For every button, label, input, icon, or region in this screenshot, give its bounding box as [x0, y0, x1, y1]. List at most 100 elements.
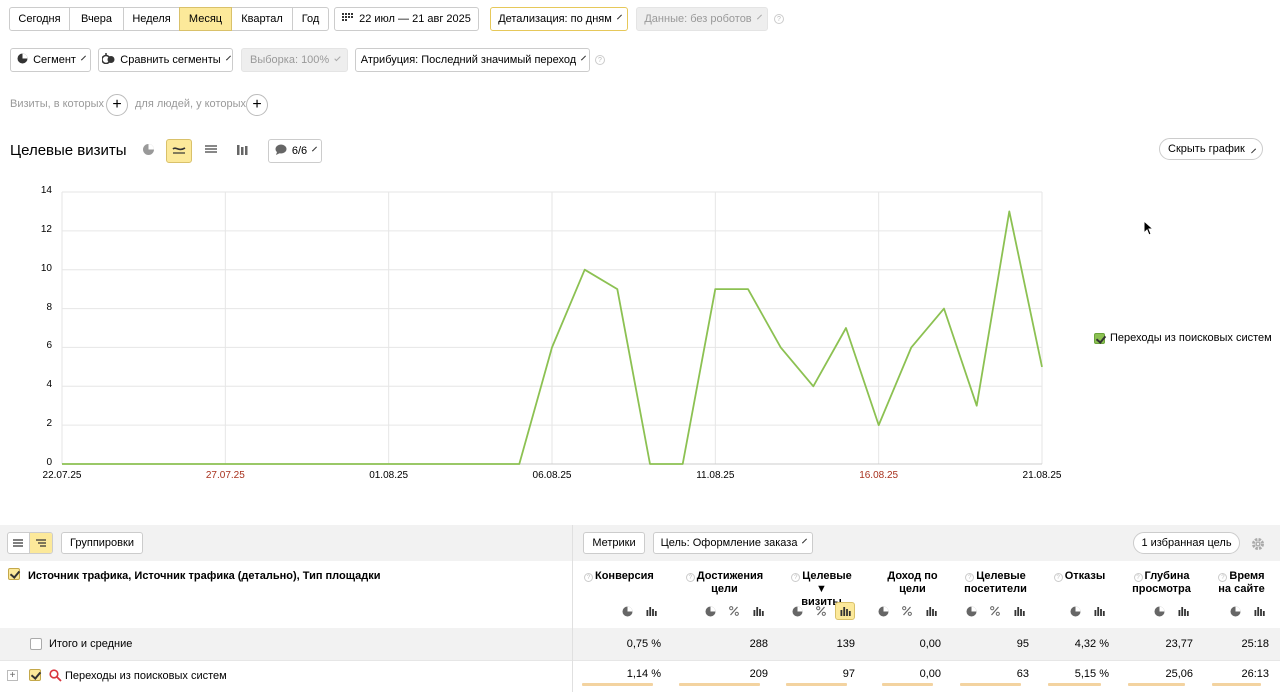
groupings-button[interactable]: Группировки	[61, 532, 143, 554]
percent-toggle[interactable]	[724, 602, 744, 620]
sample-dropdown[interactable]: Выборка: 100%	[241, 48, 348, 72]
pie-chart-toggle[interactable]	[787, 602, 807, 620]
metrics-button[interactable]: Метрики	[583, 532, 645, 554]
help-icon[interactable]: ?	[584, 573, 593, 582]
data-filter-dropdown[interactable]: Данные: без роботов	[636, 7, 768, 31]
help-icon[interactable]: ?	[1133, 573, 1143, 582]
total-row-checkbox[interactable]	[30, 638, 42, 650]
data-point[interactable]	[581, 266, 589, 274]
help-icon[interactable]: ?	[791, 573, 801, 582]
row-checkbox[interactable]	[29, 669, 41, 681]
bar-chart-toggle[interactable]	[1249, 602, 1269, 620]
chart-type-area-button[interactable]	[198, 139, 224, 163]
data-point[interactable]	[711, 285, 719, 293]
column-header[interactable]: ? Конверсия	[584, 570, 661, 583]
help-icon[interactable]: ?	[685, 573, 695, 582]
pie-chart-toggle[interactable]	[873, 602, 893, 620]
tree-view-button[interactable]	[29, 533, 52, 553]
data-point[interactable]	[156, 460, 164, 468]
percent-toggle[interactable]	[985, 602, 1005, 620]
data-point[interactable]	[1038, 363, 1046, 371]
detail-dropdown[interactable]: Детализация: по дням	[490, 7, 628, 31]
segment-button[interactable]: Сегмент	[10, 48, 91, 72]
tab-yesterday[interactable]: Вчера	[69, 7, 124, 31]
data-point[interactable]	[254, 460, 262, 468]
data-point[interactable]	[809, 382, 817, 390]
help-icon[interactable]: ?	[1053, 573, 1063, 582]
help-icon[interactable]: ?	[774, 14, 784, 24]
data-point[interactable]	[319, 460, 327, 468]
column-header[interactable]: ? Отказы	[1050, 570, 1109, 583]
data-point[interactable]	[123, 460, 131, 468]
data-point[interactable]	[417, 460, 425, 468]
data-point[interactable]	[613, 285, 621, 293]
compare-segments-button[interactable]: Сравнить сегменты	[98, 48, 233, 72]
attribution-dropdown[interactable]: Атрибуция: Последний значимый переход	[355, 48, 590, 72]
favorite-goal-button[interactable]: 1 избранная цель	[1133, 532, 1240, 554]
help-icon[interactable]: ?	[965, 573, 975, 582]
data-point[interactable]	[777, 343, 785, 351]
tab-quarter[interactable]: Квартал	[231, 7, 293, 31]
pie-chart-toggle[interactable]	[1065, 602, 1085, 620]
bar-chart-toggle[interactable]	[1173, 602, 1193, 620]
series-count-dropdown[interactable]: 6/6	[268, 139, 322, 163]
column-header[interactable]: Доход по цели	[884, 570, 941, 596]
help-icon[interactable]: ?	[595, 55, 605, 65]
data-point[interactable]	[907, 343, 915, 351]
bar-chart-toggle[interactable]	[1009, 602, 1029, 620]
expand-row-button[interactable]: +	[7, 670, 18, 681]
data-point[interactable]	[515, 460, 523, 468]
add-visits-condition-button[interactable]: +	[106, 94, 128, 116]
bar-chart-toggle[interactable]	[921, 602, 941, 620]
bar-chart-toggle[interactable]	[641, 602, 661, 620]
gear-icon[interactable]	[1251, 537, 1265, 554]
column-header[interactable]: ? Глубина просмотра	[1130, 570, 1193, 596]
data-point[interactable]	[450, 460, 458, 468]
tab-week[interactable]: Неделя	[123, 7, 180, 31]
pie-chart-toggle[interactable]	[617, 602, 637, 620]
date-range-button[interactable]: 22 июл — 21 авг 2025	[334, 7, 479, 31]
data-point[interactable]	[842, 324, 850, 332]
list-view-button[interactable]	[8, 533, 30, 553]
pie-chart-toggle[interactable]	[1225, 602, 1245, 620]
data-point[interactable]	[91, 460, 99, 468]
add-people-condition-button[interactable]: +	[246, 94, 268, 116]
percent-toggle[interactable]	[897, 602, 917, 620]
help-icon[interactable]: ?	[1218, 573, 1228, 582]
chart-type-bar-button[interactable]	[229, 139, 255, 163]
goal-dropdown[interactable]: Цель: Оформление заказа	[653, 532, 813, 554]
tab-year[interactable]: Год	[292, 7, 329, 31]
legend-checkbox[interactable]	[1094, 332, 1105, 344]
data-point[interactable]	[875, 421, 883, 429]
column-header[interactable]: ? Достижения цели	[681, 570, 768, 596]
pie-chart-toggle[interactable]	[700, 602, 720, 620]
column-header[interactable]: ? Время на сайте	[1214, 570, 1269, 596]
data-point[interactable]	[221, 460, 229, 468]
data-point[interactable]	[352, 460, 360, 468]
chart-type-line-button[interactable]	[166, 139, 192, 163]
data-point[interactable]	[287, 460, 295, 468]
data-point[interactable]	[483, 460, 491, 468]
data-point[interactable]	[973, 402, 981, 410]
data-point[interactable]	[940, 305, 948, 313]
data-point[interactable]	[744, 285, 752, 293]
data-point[interactable]	[548, 343, 556, 351]
data-point[interactable]	[679, 460, 687, 468]
hide-chart-button[interactable]: Скрыть график	[1159, 138, 1263, 160]
data-point[interactable]	[1005, 207, 1013, 215]
data-point[interactable]	[189, 460, 197, 468]
bar-chart-toggle[interactable]	[835, 602, 855, 620]
pie-chart-toggle[interactable]	[961, 602, 981, 620]
chart-type-pie-button[interactable]	[135, 139, 161, 163]
column-header[interactable]: ? Целевые посетители	[962, 570, 1029, 596]
pie-chart-toggle[interactable]	[1149, 602, 1169, 620]
data-point[interactable]	[58, 460, 66, 468]
percent-toggle[interactable]	[811, 602, 831, 620]
data-point[interactable]	[385, 460, 393, 468]
tab-month[interactable]: Месяц	[179, 7, 232, 31]
tab-today[interactable]: Сегодня	[9, 7, 70, 31]
bar-chart-toggle[interactable]	[748, 602, 768, 620]
bar-chart-toggle[interactable]	[1089, 602, 1109, 620]
dimension-checkbox[interactable]	[8, 568, 20, 580]
data-point[interactable]	[646, 460, 654, 468]
